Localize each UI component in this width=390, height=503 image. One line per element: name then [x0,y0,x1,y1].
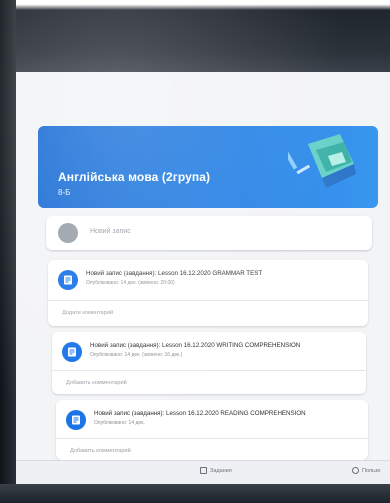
stream-card-meta: Опубліковано: 14 дек. (змінено: 16 дек.) [90,352,183,358]
card-divider [48,300,368,301]
card-divider [52,370,366,371]
people-icon [352,467,359,474]
add-comment-link[interactable]: Добавить комментарий [66,380,127,386]
stream-card-meta: Опубліковано: 14 дек. (змінено: 20:00) [86,280,175,286]
course-section: 8-Б [58,188,71,197]
device-bezel-top [0,0,390,72]
stream-card[interactable]: Новий запис (завдання): Lesson 16.12.202… [48,260,368,326]
add-comment-link[interactable]: Додати коментарий [62,310,113,316]
stream-card[interactable]: Новий запис (завдання): Lesson 16.12.202… [56,400,368,460]
stream-card-title: Новий запис (завдання): Lesson 16.12.202… [86,270,263,277]
nav-tasks[interactable]: Задания [200,467,232,474]
add-comment-link[interactable]: Добавить комментарий [70,448,131,454]
new-post-placeholder: Новий запис [90,228,131,235]
nav-people[interactable]: Пользо [352,467,381,474]
device-bezel-left [0,0,16,503]
stream-card-title: Новий запис (завдання): Lesson 16.12.202… [94,410,306,417]
assignment-icon [62,342,82,362]
nav-people-label: Пользо [362,467,381,474]
stream-card-title: Новий запис (завдання): Lesson 16.12.202… [90,342,301,349]
book-illustration-icon [288,134,356,188]
assignment-icon [66,410,86,430]
user-avatar-icon [58,223,78,243]
course-title: Англійська мова (2група) [58,170,211,184]
photo-frame: Англійська мова (2група) 8-Б Новий запис… [0,0,390,503]
assignment-icon [58,270,78,290]
stream-card-meta: Опубліковано: 14 дек. [94,420,145,426]
bottom-navigation: Задания Пользо [16,460,390,484]
course-banner[interactable]: Англійська мова (2група) 8-Б [38,126,378,208]
device-bezel-bottom [0,484,390,503]
stream-card[interactable]: Новий запис (завдання): Lesson 16.12.202… [52,332,366,394]
app-screen: Англійська мова (2група) 8-Б Новий запис… [16,72,390,484]
tasks-icon [200,467,207,474]
card-divider [56,438,368,439]
nav-tasks-label: Задания [210,467,232,474]
new-post-box[interactable]: Новий запис [46,216,372,250]
